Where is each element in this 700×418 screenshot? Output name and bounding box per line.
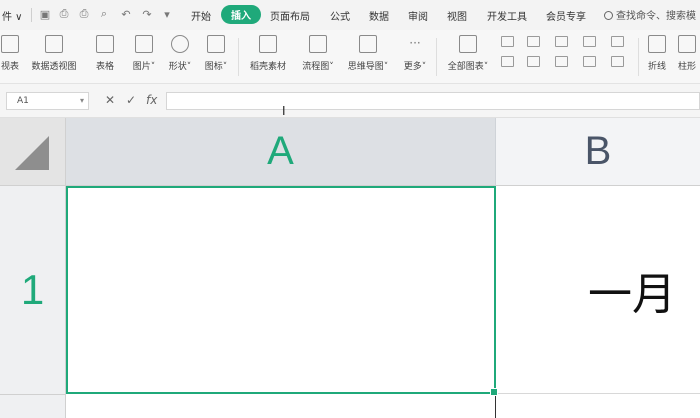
ribbon-label: 更多˅ (403, 62, 427, 72)
column-header-a[interactable]: A (66, 118, 496, 186)
combo-chart-icon[interactable] (527, 56, 540, 67)
tab-review[interactable]: 审阅 (408, 8, 428, 23)
ribbon-label: 形状˅ (168, 62, 192, 72)
line-chart-small-icon[interactable] (555, 36, 568, 47)
scatter-chart-icon[interactable] (583, 56, 596, 67)
table-button[interactable]: 表格 (90, 30, 120, 84)
more-icon: ··· (409, 36, 421, 50)
tab-insert[interactable]: 插入 (221, 5, 261, 24)
sparkline-line-button[interactable]: 折线 (644, 30, 670, 84)
formula-input[interactable] (166, 92, 700, 110)
ribbon-label: 表格 (95, 62, 114, 72)
ribbon-label: 折线 (647, 62, 666, 72)
tab-data[interactable]: 数据 (369, 8, 389, 23)
confirm-icon[interactable]: ✓ (126, 93, 136, 107)
command-search[interactable]: 查找命令、搜索模 (604, 7, 696, 22)
insert-ribbon: 视表 数据透视图 表格 图片˅ 形状˅ 图标˅ 稻壳素材 流程图˅ 思维导图˅ … (0, 30, 700, 84)
pivot-table-button[interactable]: 视表 (0, 30, 22, 84)
all-charts-button[interactable]: 全部图表˅ (444, 30, 492, 84)
tab-developer[interactable]: 开发工具 (487, 8, 527, 23)
ribbon-label: 图标˅ (204, 62, 228, 72)
search-text: 查找命令、搜索模 (616, 11, 696, 22)
chevron-down-icon[interactable]: ▾ (80, 93, 84, 109)
radar-chart-icon[interactable] (611, 56, 624, 67)
ribbon-label: 思维导图˅ (347, 62, 389, 72)
search-icon (604, 11, 613, 20)
sparkline-column-button[interactable]: 柱形 (674, 30, 700, 84)
menu-separator (31, 8, 32, 22)
ribbon-divider (638, 38, 639, 76)
cell-reference: A1 (17, 96, 29, 106)
select-all-corner[interactable] (0, 118, 66, 186)
table-icon (96, 35, 114, 53)
tab-page-layout[interactable]: 页面布局 (270, 8, 310, 23)
save-icon[interactable]: ▣ (38, 7, 52, 21)
file-menu[interactable]: 件 ∨ (2, 8, 23, 23)
ribbon-label: 数据透视图 (31, 62, 77, 72)
cell-b1[interactable]: 一月 (496, 186, 700, 394)
fill-handle[interactable] (490, 388, 498, 396)
column-chart-icon[interactable] (501, 36, 514, 47)
mindmap-button[interactable]: 思维导图˅ (344, 30, 392, 84)
ribbon-label: 流程图˅ (302, 62, 334, 72)
pivot-table-icon (1, 35, 19, 53)
name-box[interactable]: A1 ▾ (6, 92, 89, 110)
ribbon-label: 柱形 (677, 62, 696, 72)
ribbon-label: 图片˅ (132, 62, 156, 72)
pivot-chart-icon (45, 35, 63, 53)
docer-material-button[interactable]: 稻壳素材 (246, 30, 290, 84)
select-all-triangle-icon (15, 136, 49, 170)
shape-icon (171, 35, 189, 53)
customize-dropdown-icon[interactable]: ▾ (160, 7, 174, 21)
ribbon-label: 视表 (0, 62, 19, 72)
ribbon-label: 全部图表˅ (447, 62, 489, 72)
more-button[interactable]: ··· 更多˅ (400, 30, 430, 84)
ribbon-divider (238, 38, 239, 76)
ribbon-divider (436, 38, 437, 76)
pie-chart-icon[interactable] (583, 36, 596, 47)
redo-icon[interactable]: ↷ (140, 7, 154, 21)
undo-icon[interactable]: ↶ (119, 7, 133, 21)
sparkline-column-icon (678, 35, 696, 53)
picture-icon (135, 35, 153, 53)
menu-bar: 件 ∨ ▣ ⎙ ⎙ ⌕ ↶ ↷ ▾ 开始 插入 页面布局 公式 数据 审阅 视图… (0, 0, 700, 30)
formula-bar: A1 ▾ ✕ ✓ fx (0, 84, 700, 118)
row-header-2[interactable] (0, 394, 66, 418)
export-pdf-icon[interactable]: ⎙ (57, 7, 71, 21)
bar-chart-icon (459, 35, 477, 53)
cell-a1[interactable] (66, 186, 496, 394)
tab-formulas[interactable]: 公式 (330, 8, 350, 23)
tab-member[interactable]: 会员专享 (546, 8, 586, 23)
text-cursor-icon: I (282, 104, 286, 118)
flowchart-button[interactable]: 流程图˅ (298, 30, 338, 84)
cancel-icon[interactable]: ✕ (105, 93, 115, 107)
insert-function-icon[interactable]: fx (146, 93, 157, 107)
print-preview-icon[interactable]: ⌕ (97, 7, 111, 21)
spreadsheet-window: 件 ∨ ▣ ⎙ ⎙ ⌕ ↶ ↷ ▾ 开始 插入 页面布局 公式 数据 审阅 视图… (0, 0, 700, 418)
flowchart-icon (309, 35, 327, 53)
ribbon-label: 稻壳素材 (249, 62, 286, 72)
donut-chart-icon[interactable] (555, 56, 568, 67)
material-icon (259, 35, 277, 53)
area-chart-icon[interactable] (501, 56, 514, 67)
cell-b2[interactable] (496, 394, 700, 418)
cell-a2[interactable] (66, 394, 496, 418)
shape-button[interactable]: 形状˅ (164, 30, 196, 84)
mindmap-icon (359, 35, 377, 53)
sparkline-line-icon (648, 35, 666, 53)
bar-chart-small-icon[interactable] (527, 36, 540, 47)
pivot-chart-button[interactable]: 数据透视图 (28, 30, 80, 84)
stock-chart-icon[interactable] (611, 36, 624, 47)
picture-button[interactable]: 图片˅ (128, 30, 160, 84)
tab-view[interactable]: 视图 (447, 8, 467, 23)
row-header-1[interactable]: 1 (0, 186, 66, 394)
print-icon[interactable]: ⎙ (77, 7, 91, 21)
tab-home[interactable]: 开始 (191, 8, 211, 23)
icon-button[interactable]: 图标˅ (200, 30, 232, 84)
icons-icon (207, 35, 225, 53)
column-header-b[interactable]: B (496, 118, 700, 186)
